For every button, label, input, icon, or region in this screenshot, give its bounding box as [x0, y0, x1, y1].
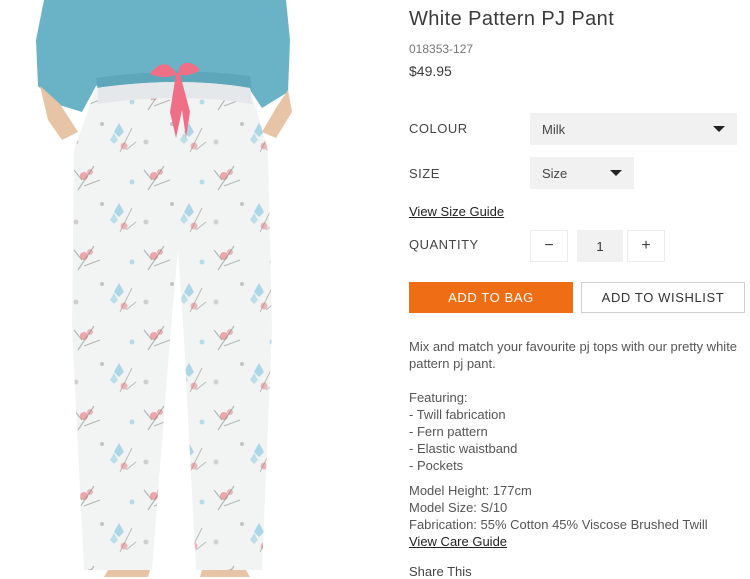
colour-selected-value: Milk — [542, 121, 566, 137]
model-height: Model Height: 177cm — [409, 483, 532, 498]
colour-label: COLOUR — [409, 121, 468, 136]
feature-item: - Pockets — [409, 458, 464, 473]
feature-item: - Twill fabrication — [409, 407, 506, 422]
product-sku: 018353-127 — [409, 42, 474, 56]
size-guide-link[interactable]: View Size Guide — [409, 204, 504, 219]
feature-item: - Fern pattern — [409, 424, 488, 439]
product-description: Mix and match your favourite pj tops wit… — [409, 339, 738, 371]
product-title: White Pattern PJ Pant — [409, 8, 615, 30]
chevron-down-icon — [713, 126, 725, 132]
model-size: Model Size: S/10 — [409, 500, 508, 515]
chevron-down-icon — [610, 170, 622, 176]
size-select[interactable]: Size — [530, 157, 634, 189]
plus-icon: + — [641, 237, 651, 254]
quantity-label: QUANTITY — [409, 237, 479, 252]
quantity-input[interactable]: 1 — [577, 230, 623, 262]
colour-select[interactable]: Milk — [530, 113, 737, 145]
size-selected-value: Size — [542, 165, 568, 181]
product-image — [0, 0, 395, 577]
features-block: Featuring: - Twill fabrication - Fern pa… — [409, 389, 745, 474]
care-guide-link[interactable]: View Care Guide — [409, 534, 507, 549]
features-heading: Featuring: — [409, 390, 468, 405]
size-label: SIZE — [409, 166, 440, 181]
quantity-increment-button[interactable]: + — [627, 230, 665, 262]
add-to-wishlist-button[interactable]: ADD TO WISHLIST — [581, 282, 745, 313]
model-details: Model Height: 177cm Model Size: S/10 Fab… — [409, 482, 745, 533]
feature-item: - Elastic waistband — [409, 441, 518, 456]
fabrication: Fabrication: 55% Cotton 45% Viscose Brus… — [409, 517, 708, 532]
product-price: $49.95 — [409, 63, 452, 79]
add-to-bag-button[interactable]: ADD TO BAG — [409, 282, 573, 313]
quantity-decrement-button[interactable]: − — [530, 230, 568, 262]
minus-icon: − — [544, 237, 554, 254]
